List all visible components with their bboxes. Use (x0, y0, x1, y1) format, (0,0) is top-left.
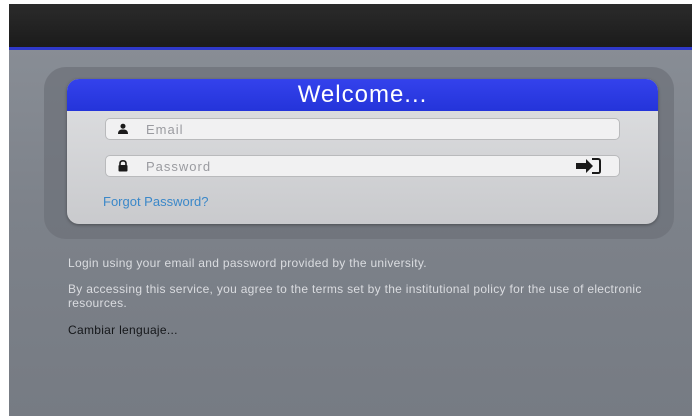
email-input[interactable] (146, 119, 619, 139)
password-field[interactable] (105, 155, 620, 177)
lock-icon (116, 159, 130, 173)
login-instructions: Login using your email and password prov… (68, 256, 427, 270)
password-input[interactable] (146, 156, 573, 176)
forgot-password-link[interactable]: Forgot Password? (103, 194, 209, 209)
terms-notice: By accessing this service, you agree to … (68, 282, 642, 310)
welcome-header: Welcome... (67, 79, 658, 111)
login-card: Welcome... Email Forgot Password? (67, 79, 658, 224)
email-field[interactable] (105, 118, 620, 140)
user-icon (116, 122, 130, 136)
login-screen: Welcome... Email Forgot Password? Login … (9, 4, 692, 416)
sign-in-icon[interactable] (573, 156, 603, 176)
change-language-link[interactable]: Cambiar lenguaje... (68, 323, 178, 337)
top-bar (9, 4, 692, 50)
